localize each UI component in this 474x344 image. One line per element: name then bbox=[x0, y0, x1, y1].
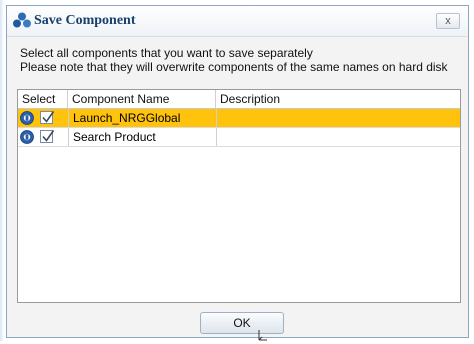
table-row[interactable]: Search Product bbox=[18, 128, 460, 147]
column-header-select[interactable]: Select bbox=[18, 90, 68, 108]
table-row[interactable]: Launch_NRGGlobal bbox=[18, 109, 460, 128]
save-component-dialog: Save Component x Select all components t… bbox=[6, 5, 469, 338]
components-icon bbox=[12, 12, 32, 28]
mouse-cursor-icon bbox=[258, 329, 270, 341]
select-checkbox[interactable] bbox=[40, 111, 55, 124]
select-cell bbox=[18, 128, 68, 146]
components-grid[interactable]: Select Component Name Description Launch… bbox=[17, 89, 461, 303]
dialog-title: Save Component bbox=[34, 13, 136, 28]
grid-header: Select Component Name Description bbox=[18, 90, 460, 109]
component-icon bbox=[20, 111, 34, 125]
background-window-edge bbox=[0, 0, 4, 341]
description-cell[interactable] bbox=[216, 128, 460, 146]
column-header-description[interactable]: Description bbox=[216, 90, 460, 108]
select-checkbox[interactable] bbox=[40, 130, 55, 143]
ok-button[interactable]: OK bbox=[200, 312, 284, 334]
component-name-cell[interactable]: Launch_NRGGlobal bbox=[68, 109, 216, 127]
instruction-line-1: Select all components that you want to s… bbox=[20, 46, 313, 60]
component-icon bbox=[20, 130, 34, 144]
instruction-line-2: Please note that they will overwrite com… bbox=[20, 60, 448, 74]
instructions-text: Select all components that you want to s… bbox=[20, 46, 458, 74]
title-bar[interactable]: Save Component x bbox=[7, 6, 468, 37]
component-name-cell[interactable]: Search Product bbox=[68, 128, 216, 146]
description-cell[interactable] bbox=[216, 109, 460, 127]
select-cell bbox=[18, 109, 68, 127]
close-button[interactable]: x bbox=[436, 13, 460, 29]
column-header-component-name[interactable]: Component Name bbox=[68, 90, 216, 108]
